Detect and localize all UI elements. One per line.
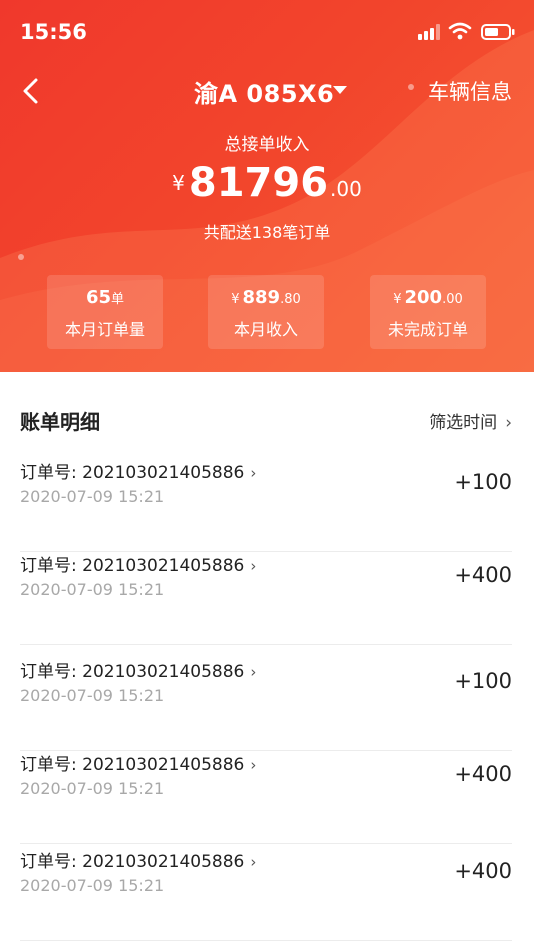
order-date: 2020-07-09 15:21 (20, 779, 165, 798)
order-number-link[interactable]: 订单号: 202103021405886 › (20, 657, 256, 682)
stat-card-unfinished-orders[interactable]: ¥200.00 未完成订单 (370, 275, 486, 349)
total-income-integer: 81796 (188, 160, 329, 206)
signal-icon (418, 24, 440, 40)
total-income-decimal: .00 (330, 177, 362, 201)
stat-card-monthly-orders[interactable]: 65单 本月订单量 (47, 275, 163, 349)
stat-unit: 单 (111, 292, 125, 307)
total-income-amount: ¥81796.00 (0, 160, 534, 206)
stat-value: 65单 (47, 287, 163, 308)
vehicle-plate-selector[interactable]: 渝A 085X6 (194, 74, 334, 109)
stat-value: ¥200.00 (370, 287, 486, 308)
order-date: 2020-07-09 15:21 (20, 580, 165, 599)
order-number-link[interactable]: 订单号: 202103021405886 › (20, 750, 256, 775)
currency-symbol: ¥ (231, 292, 240, 307)
order-date: 2020-07-09 15:21 (20, 487, 165, 506)
bill-row[interactable]: 订单号: 202103021405886 › 2020-07-09 15:21 +… (20, 657, 512, 751)
chevron-right-icon: › (505, 413, 512, 433)
bill-row[interactable]: 订单号: 202103021405886 › 2020-07-09 15:21 +… (20, 458, 512, 552)
filter-time-label: 筛选时间 (429, 413, 498, 433)
nav-bar: 渝A 085X6 车辆信息 (0, 62, 534, 118)
decorative-dot (18, 254, 24, 260)
order-number: 订单号: 202103021405886 (20, 463, 245, 483)
order-date: 2020-07-09 15:21 (20, 686, 165, 705)
wifi-icon (448, 22, 472, 40)
bill-amount: +400 (454, 762, 512, 786)
currency-symbol: ¥ (172, 171, 185, 195)
stat-number: 65 (85, 287, 112, 308)
stat-label: 本月收入 (233, 320, 298, 339)
delivered-orders-count: 共配送138笔订单 (203, 223, 331, 242)
stat-label: 本月订单量 (64, 320, 145, 339)
order-number-link[interactable]: 订单号: 202103021405886 › (20, 847, 256, 872)
order-date: 2020-07-09 15:21 (20, 876, 165, 895)
summary-header: 15:56 渝A 085X6 车辆信息 总接单收入 ¥81796.00 共配送1… (0, 0, 534, 372)
order-number: 订单号: 202103021405886 (20, 852, 245, 872)
bill-amount: +100 (454, 470, 512, 494)
order-number-link[interactable]: 订单号: 202103021405886 › (20, 458, 256, 483)
bill-details-title: 账单明细 (20, 410, 100, 434)
status-time: 15:56 (20, 20, 87, 44)
bill-amount: +100 (454, 669, 512, 693)
filter-time-button[interactable]: 筛选时间 › (429, 408, 512, 433)
bill-row[interactable]: 订单号: 202103021405886 › 2020-07-09 15:21 +… (20, 750, 512, 844)
chevron-right-icon: › (250, 853, 257, 871)
order-number: 订单号: 202103021405886 (20, 755, 245, 775)
bill-row[interactable]: 订单号: 202103021405886 › 2020-07-09 15:21 +… (20, 847, 512, 941)
chevron-right-icon: › (250, 464, 257, 482)
order-number-link[interactable]: 订单号: 202103021405886 › (20, 551, 256, 576)
stat-number: 200 (404, 287, 443, 308)
currency-symbol: ¥ (393, 292, 402, 307)
stat-label: 未完成订单 (387, 320, 468, 339)
status-bar: 15:56 (0, 0, 534, 62)
stat-value: ¥889.80 (208, 287, 324, 308)
bill-amount: +400 (454, 563, 512, 587)
order-number: 订单号: 202103021405886 (20, 556, 245, 576)
chevron-right-icon: › (250, 663, 257, 681)
battery-icon (481, 24, 515, 40)
bill-row[interactable]: 订单号: 202103021405886 › 2020-07-09 15:21 +… (20, 551, 512, 645)
chevron-right-icon: › (250, 756, 257, 774)
order-number: 订单号: 202103021405886 (20, 662, 245, 682)
back-arrow-icon[interactable] (16, 74, 46, 108)
vehicle-info-link[interactable]: 车辆信息 (428, 76, 512, 106)
bill-amount: +400 (454, 859, 512, 883)
dropdown-caret-icon[interactable] (333, 86, 347, 94)
total-income-label: 总接单收入 (224, 135, 310, 155)
stat-card-monthly-income[interactable]: ¥889.80 本月收入 (208, 275, 324, 349)
stat-decimal: .00 (442, 292, 463, 307)
stat-number: 889 (242, 287, 281, 308)
stat-decimal: .80 (280, 292, 301, 307)
chevron-right-icon: › (250, 557, 257, 575)
